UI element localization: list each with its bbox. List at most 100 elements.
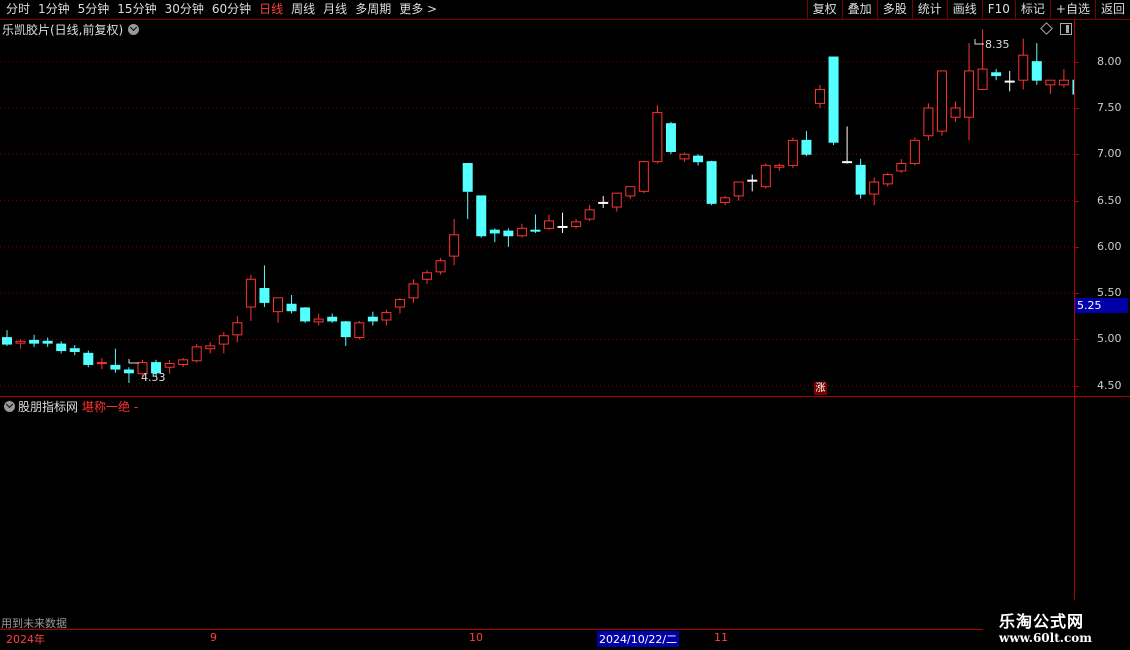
candle-body	[123, 369, 134, 374]
price-tick-label: 4.50	[1097, 378, 1122, 392]
candle	[787, 137, 798, 169]
candle	[801, 131, 812, 157]
candle	[15, 339, 26, 349]
price-tick-label: 5.00	[1097, 332, 1122, 346]
candle	[300, 307, 311, 323]
toolbar-button[interactable]: F10	[981, 0, 1015, 19]
candle	[571, 219, 582, 229]
period-tab[interactable]: 日线	[255, 0, 287, 19]
watermark-url: www.60lt.com	[999, 631, 1092, 645]
candle-body	[584, 209, 595, 220]
candle-body	[394, 299, 405, 308]
candle-body	[245, 278, 256, 308]
toolbar-button[interactable]: 复权	[806, 0, 842, 19]
candle	[164, 359, 175, 374]
candle	[964, 43, 975, 141]
toolbar-button[interactable]: 标记	[1014, 0, 1050, 19]
candle-body	[218, 335, 229, 345]
period-tab[interactable]: 多周期	[351, 0, 395, 19]
date-axis: 2024年 9 10 2024/10/22/二 11	[0, 630, 1130, 650]
candle	[815, 84, 825, 108]
candlestick-chart[interactable]	[0, 20, 1074, 395]
candle-body	[1058, 79, 1069, 86]
candle	[273, 297, 283, 323]
candle-body	[598, 201, 609, 204]
candle	[435, 257, 446, 275]
price-tick	[1075, 61, 1079, 63]
toolbar-button[interactable]: 多股	[876, 0, 912, 19]
candle-body	[313, 318, 324, 323]
panel-divider	[0, 396, 1130, 397]
candle	[923, 103, 934, 141]
candle	[544, 214, 554, 231]
candle	[1045, 79, 1056, 95]
candle-body	[787, 139, 798, 166]
candle	[123, 367, 134, 383]
watermark: 乐淘公式网 www.60lt.com	[983, 608, 1130, 650]
candle	[516, 223, 527, 238]
candle-body	[855, 164, 866, 195]
period-tab[interactable]: 60分钟	[208, 0, 255, 19]
price-tick	[1075, 385, 1079, 387]
low-price-annotation: 4.53	[141, 371, 166, 384]
candle-body	[381, 312, 392, 321]
date-month-9: 9	[210, 631, 217, 644]
candle	[340, 320, 351, 346]
candle-body	[96, 362, 107, 365]
price-tick	[1075, 293, 1079, 295]
candle	[218, 332, 229, 354]
candle	[896, 158, 907, 173]
period-tab[interactable]: 1分钟	[34, 0, 74, 19]
candle	[354, 320, 365, 340]
candle	[598, 195, 609, 208]
price-tick-label: 7.50	[1097, 100, 1122, 114]
indicator-header: 股朋指标网 堪称一绝 -	[2, 398, 138, 414]
candle	[665, 121, 676, 155]
toolbar-button[interactable]: 叠加	[841, 0, 877, 19]
candle-body	[544, 220, 554, 229]
candle-body	[1045, 79, 1056, 86]
candle-body	[449, 234, 460, 257]
candle-body	[69, 348, 80, 352]
toolbar-button[interactable]: 画线	[946, 0, 982, 19]
candle-body	[232, 322, 243, 336]
period-tab[interactable]: 5分钟	[74, 0, 114, 19]
period-tab[interactable]: 分时	[2, 0, 34, 19]
period-toolbar: 分时 1分钟 5分钟 15分钟 30分钟 60分钟 日线 周线 月线 多周期 更多 > 复权 叠加 多股…	[0, 0, 1130, 20]
period-tab[interactable]: 15分钟	[113, 0, 160, 19]
candle	[909, 137, 920, 166]
price-tick	[1075, 107, 1079, 109]
candle	[96, 357, 107, 370]
candle-body	[286, 303, 297, 312]
candle-body	[503, 230, 514, 237]
candle-body	[706, 161, 717, 204]
candle	[1058, 69, 1069, 88]
candle-body	[29, 339, 40, 344]
candle	[747, 174, 758, 192]
date-month-11: 11	[714, 631, 728, 644]
candle-body	[557, 225, 568, 228]
candle	[83, 350, 94, 368]
candle-body	[422, 272, 433, 280]
period-tab[interactable]: 更多 >	[395, 0, 441, 19]
candle	[936, 70, 947, 136]
toolbar-button[interactable]: 返回	[1094, 0, 1130, 19]
candle-body	[327, 316, 338, 322]
candle	[855, 158, 866, 199]
period-tab[interactable]: 周线	[287, 0, 319, 19]
candle	[503, 228, 514, 247]
candle-body	[815, 88, 825, 104]
toolbar-button[interactable]: 统计	[911, 0, 947, 19]
candle-body	[2, 337, 12, 345]
candle-body	[950, 107, 961, 118]
toolbar-button[interactable]: +自选	[1049, 0, 1095, 19]
candle-body	[408, 283, 419, 299]
candle	[232, 316, 243, 343]
candle-body	[1004, 80, 1015, 83]
candle	[774, 163, 785, 171]
period-tab[interactable]: 30分钟	[161, 0, 208, 19]
candle-body	[720, 197, 731, 203]
period-tab[interactable]: 月线	[319, 0, 351, 19]
chevron-down-icon[interactable]	[4, 400, 15, 412]
candle-body	[842, 161, 853, 164]
